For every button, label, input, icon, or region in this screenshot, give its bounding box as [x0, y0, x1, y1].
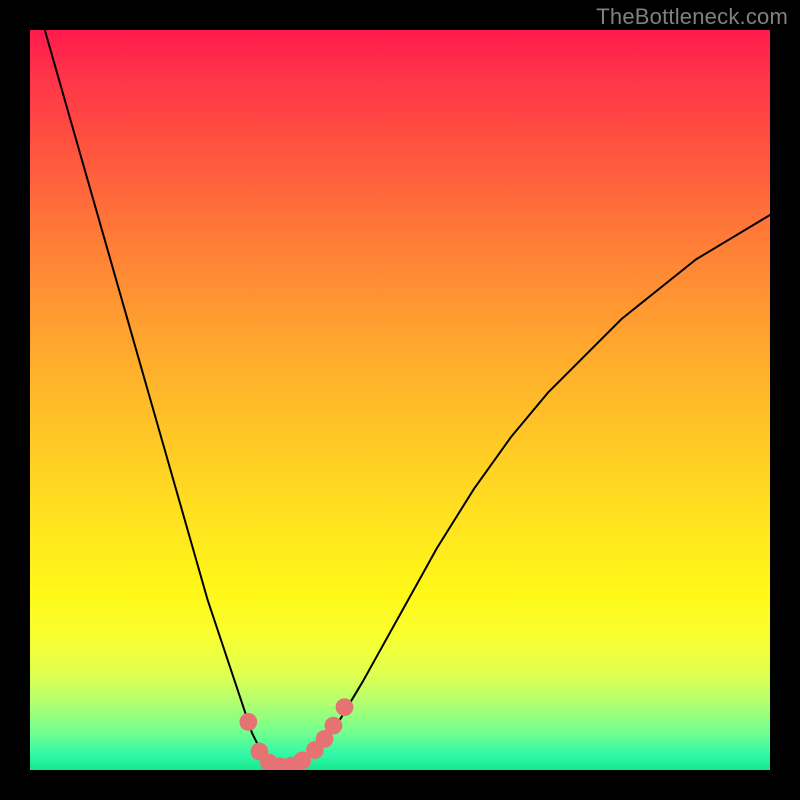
- plot-area: [30, 30, 770, 770]
- curve-marker: [325, 717, 343, 735]
- chart-frame: TheBottleneck.com: [0, 0, 800, 800]
- curve-marker: [336, 698, 354, 716]
- curve-marker: [239, 713, 257, 731]
- curve-markers: [30, 30, 770, 770]
- watermark-text: TheBottleneck.com: [596, 4, 788, 30]
